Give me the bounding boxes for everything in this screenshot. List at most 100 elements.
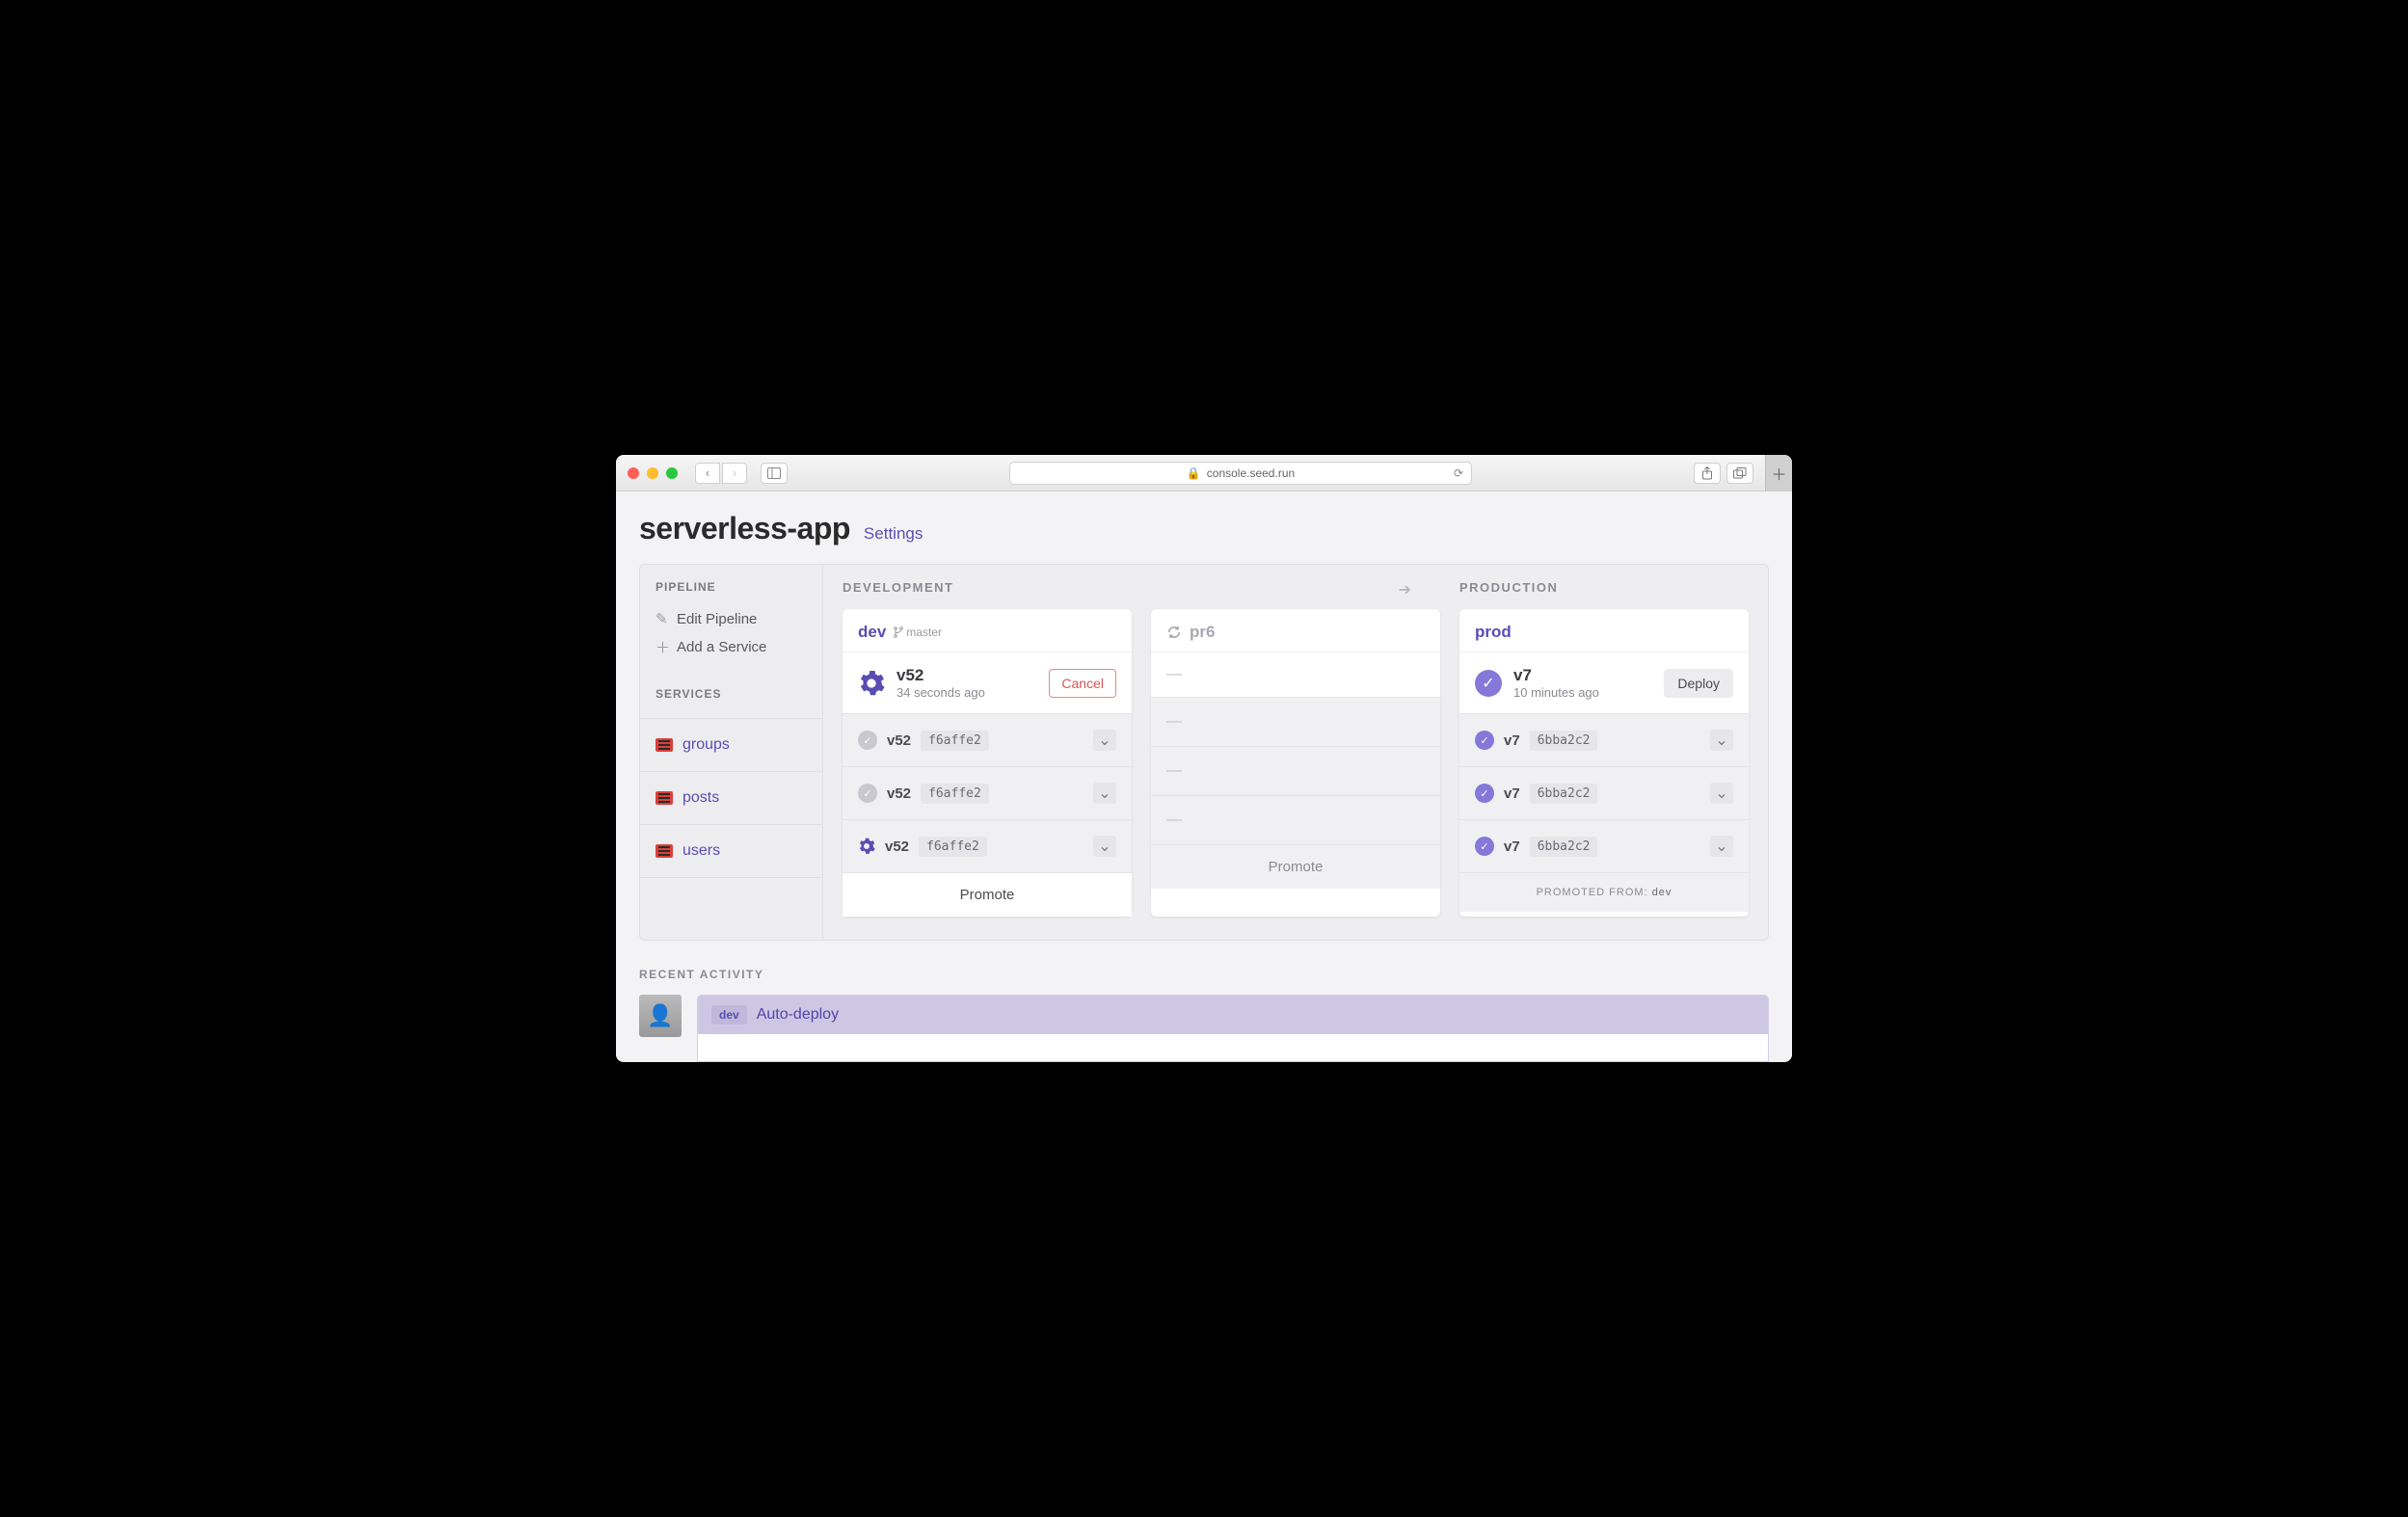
empty-placeholder: — [1166,762,1182,780]
service-label: posts [682,789,719,807]
add-service-link[interactable]: ＋ Add a Service [656,632,807,662]
recent-activity: RECENT ACTIVITY 👤 dev Auto-deploy [639,968,1769,1062]
chevron-down-icon[interactable]: ⌄ [1710,836,1733,857]
build-time: 10 minutes ago [1513,685,1652,700]
commit-hash[interactable]: 6bba2c2 [1530,731,1598,751]
edit-pipeline-label: Edit Pipeline [677,611,757,627]
sidebar-item-posts[interactable]: posts [640,771,822,824]
commit-hash[interactable]: 6bba2c2 [1530,784,1598,804]
production-heading: PRODUCTION [1459,580,1749,599]
pipeline-panel: PIPELINE ✎ Edit Pipeline ＋ Add a Service… [639,564,1769,941]
stage-name[interactable]: prod [1475,623,1512,642]
stages-area: DEVELOPMENT ➔ PRODUCTION dev master [823,565,1768,940]
tabs-button[interactable] [1726,463,1753,484]
activity-card[interactable]: dev Auto-deploy [697,995,1769,1062]
commit-hash[interactable]: f6affe2 [921,731,989,751]
development-heading: DEVELOPMENT [843,580,1379,599]
service-version: v52 [887,732,911,749]
empty-placeholder: — [1166,812,1182,829]
check-icon: ✓ [1475,837,1494,856]
check-icon: ✓ [1475,670,1502,697]
chevron-down-icon[interactable]: ⌄ [1093,836,1116,857]
add-service-label: Add a Service [677,639,766,655]
edit-pipeline-link[interactable]: ✎ Edit Pipeline [656,605,807,632]
page-content: serverless-app Settings PIPELINE ✎ Edit … [616,492,1792,1062]
service-version: v52 [887,785,911,802]
commit-hash[interactable]: f6affe2 [919,837,987,857]
service-build-row: ✓ v7 6bba2c2 ⌄ [1459,713,1749,766]
arrow-right-icon: ➔ [1399,580,1411,599]
forward-button[interactable]: › [722,463,747,484]
service-icon [656,791,673,805]
reload-icon[interactable]: ⟳ [1454,466,1463,480]
lock-icon: 🔒 [1187,466,1201,480]
empty-placeholder: — [1166,666,1182,683]
pipeline-heading: PIPELINE [656,580,807,594]
chevron-down-icon[interactable]: ⌄ [1093,730,1116,751]
service-build-row: ✓ v7 6bba2c2 ⌄ [1459,766,1749,819]
deploy-button[interactable]: Deploy [1664,669,1733,698]
service-version: v52 [885,838,909,855]
chevron-down-icon[interactable]: ⌄ [1710,730,1733,751]
chevron-down-icon[interactable]: ⌄ [1710,783,1733,804]
promoted-from-label: PROMOTED FROM: dev [1459,872,1749,912]
gear-icon [858,838,875,855]
service-build-row: v52 f6affe2 ⌄ [843,819,1132,872]
url-text: console.seed.run [1207,466,1295,480]
service-version: v7 [1504,785,1520,802]
build-version[interactable]: v52 [896,666,1037,685]
stage-badge: dev [711,1005,747,1025]
maximize-window-icon[interactable] [666,467,678,479]
service-icon [656,844,673,858]
check-icon: ✓ [858,731,877,750]
service-build-row: ✓ v52 f6affe2 ⌄ [843,766,1132,819]
service-icon [656,738,673,752]
sync-icon [1166,625,1182,640]
services-heading: SERVICES [656,687,807,701]
stage-card-dev: dev master v52 34 [843,609,1132,917]
promote-button[interactable]: Promote [1151,844,1440,889]
sidebar-toggle-button[interactable] [761,463,788,484]
branch-label: master [894,625,942,639]
plus-icon: ＋ [656,637,669,657]
titlebar: ‹ › 🔒 console.seed.run ⟳ ＋ [616,455,1792,492]
stage-name[interactable]: pr6 [1190,623,1215,642]
service-version: v7 [1504,732,1520,749]
stage-name[interactable]: dev [858,623,886,642]
browser-window: ‹ › 🔒 console.seed.run ⟳ ＋ serverless-ap… [616,455,1792,1062]
settings-link[interactable]: Settings [864,524,923,544]
empty-placeholder: — [1166,713,1182,731]
sidebar-item-users[interactable]: users [640,824,822,878]
service-build-row: — [1151,746,1440,795]
minimize-window-icon[interactable] [647,467,658,479]
commit-hash[interactable]: 6bba2c2 [1530,837,1598,857]
pencil-icon: ✎ [656,610,669,627]
service-build-row: — [1151,795,1440,844]
window-controls [628,467,678,479]
service-version: v7 [1504,838,1520,855]
activity-title: Auto-deploy [757,1006,839,1024]
avatar: 👤 [639,995,682,1037]
stage-card-pr6: pr6 — — — — Promote [1151,609,1440,917]
chevron-down-icon[interactable]: ⌄ [1093,783,1116,804]
service-label: users [682,842,720,860]
service-build-row: — [1151,697,1440,746]
service-build-row: ✓ v7 6bba2c2 ⌄ [1459,819,1749,872]
cancel-button[interactable]: Cancel [1049,669,1116,698]
close-window-icon[interactable] [628,467,639,479]
branch-icon [894,626,903,638]
check-icon: ✓ [1475,731,1494,750]
app-title: serverless-app [639,511,850,546]
promote-button[interactable]: Promote [843,872,1132,917]
build-version[interactable]: v7 [1513,666,1652,685]
commit-hash[interactable]: f6affe2 [921,784,989,804]
url-bar[interactable]: 🔒 console.seed.run ⟳ [1009,462,1472,485]
stage-card-prod: prod ✓ v7 10 minutes ago Deploy [1459,609,1749,917]
sidebar-item-groups[interactable]: groups [640,718,822,771]
build-time: 34 seconds ago [896,685,1037,700]
back-button[interactable]: ‹ [695,463,720,484]
share-button[interactable] [1694,463,1721,484]
new-tab-button[interactable]: ＋ [1765,455,1792,492]
gear-icon [858,670,885,697]
sidebar: PIPELINE ✎ Edit Pipeline ＋ Add a Service… [640,565,823,940]
